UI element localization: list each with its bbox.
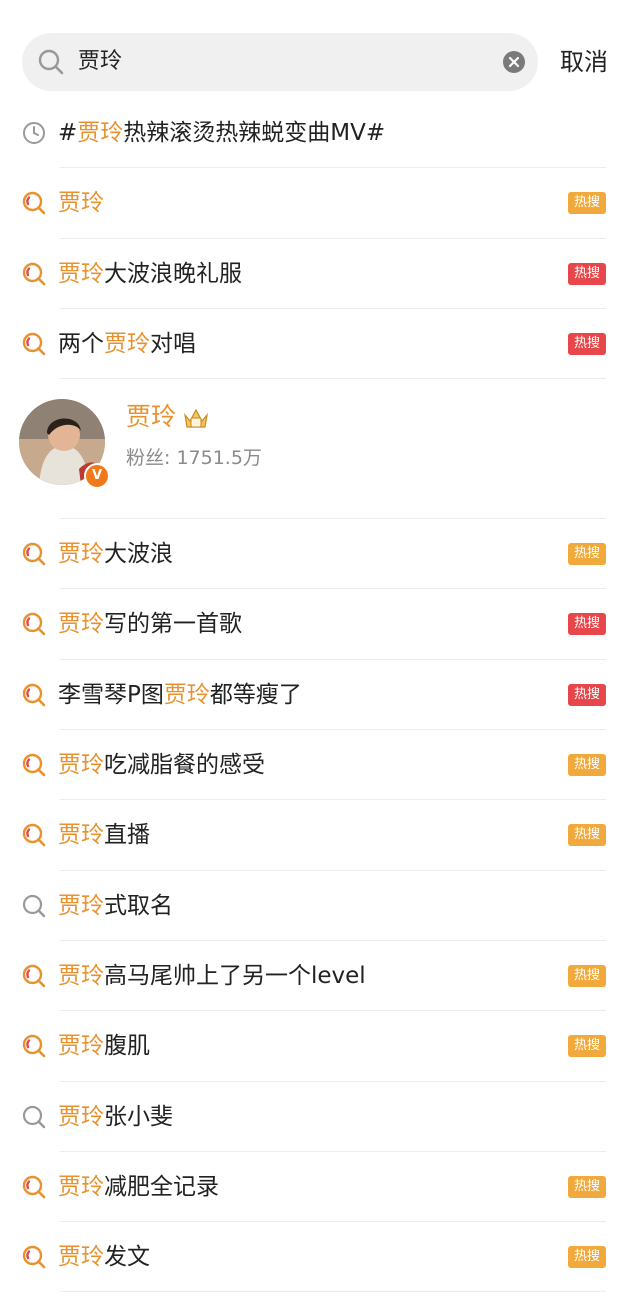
hot-badge: 热搜	[568, 1035, 606, 1058]
verified-badge-icon: V	[84, 463, 110, 490]
suggestion-text: 贾玲发文	[58, 1244, 150, 1271]
hot-badge: 热搜	[568, 332, 606, 355]
hot-badge: 热搜	[568, 824, 606, 847]
hot-search-icon	[22, 332, 46, 356]
crown-icon	[184, 408, 208, 428]
suggestion-text: 贾玲腹肌	[58, 1033, 150, 1060]
suggestion-text: 贾玲大波浪晚礼服	[58, 260, 242, 287]
hot-badge: 热搜	[568, 543, 606, 566]
hot-search-icon	[22, 542, 46, 566]
search-query: 贾玲	[78, 49, 123, 74]
hot-badge: 热搜	[568, 1246, 606, 1269]
suggestion-item[interactable]: 贾玲张小斐	[0, 1082, 640, 1152]
history-item[interactable]: #贾玲热辣滚烫热辣蜕变曲MV#	[0, 98, 640, 169]
hot-search-icon	[22, 964, 46, 988]
hot-badge: 热搜	[568, 683, 606, 706]
hot-search-icon	[22, 613, 46, 636]
suggestion-text: 贾玲	[58, 190, 104, 217]
suggestion-item[interactable]: 贾玲发文 热搜	[0, 1222, 640, 1292]
suggestion-item[interactable]: 贾玲吃减脂餐的感受 热搜	[0, 730, 640, 801]
search-icon	[38, 49, 64, 75]
search-icon	[22, 1105, 46, 1128]
suggestion-text: 贾玲大波浪	[58, 541, 173, 568]
clock-icon	[23, 122, 45, 144]
hot-badge: 热搜	[568, 192, 606, 215]
hot-search-icon	[22, 262, 46, 285]
suggestion-item[interactable]: 贾玲直播 热搜	[0, 800, 640, 871]
suggestion-item[interactable]: 贾玲高马尾帅上了另一个level 热搜	[0, 941, 640, 1012]
suggestion-text: 李雪琴P图贾玲都等瘦了	[58, 681, 302, 708]
hot-search-icon	[22, 1035, 46, 1058]
hot-badge: 热搜	[568, 262, 606, 285]
hot-badge: 热搜	[568, 964, 606, 987]
suggestion-item[interactable]: 贾玲 热搜	[0, 168, 640, 239]
history-item-text: #贾玲热辣滚烫热辣蜕变曲MV#	[58, 120, 386, 146]
suggestion-text: 两个贾玲对唱	[58, 330, 196, 357]
profile-fans: 粉丝: 1751.5万	[126, 447, 262, 470]
suggestion-text: 贾玲直播	[58, 822, 150, 849]
suggestion-item[interactable]: 两个贾玲对唱 热搜	[0, 309, 640, 380]
hot-search-icon	[22, 753, 46, 777]
suggestion-text: 贾玲减肥全记录	[58, 1173, 219, 1200]
hot-search-icon	[22, 683, 46, 707]
hot-badge: 热搜	[568, 613, 606, 636]
hot-badge: 热搜	[568, 1175, 606, 1198]
profile-name: 贾玲	[126, 402, 177, 432]
profile-card[interactable]: V 贾玲 粉丝: 1751.5万	[0, 379, 640, 520]
suggestion-item[interactable]: 贾玲大波浪晚礼服 热搜	[0, 239, 640, 309]
search-input[interactable]: 贾玲	[22, 33, 538, 91]
cancel-button[interactable]: 取消	[560, 33, 608, 91]
suggestion-item[interactable]: 贾玲式取名	[0, 871, 640, 941]
suggestion-text: 贾玲吃减脂餐的感受	[58, 752, 265, 779]
suggestion-item[interactable]: 贾玲写的第一首歌 热搜	[0, 589, 640, 660]
suggestion-text: 贾玲高马尾帅上了另一个level	[58, 962, 366, 989]
hot-badge: 热搜	[568, 754, 606, 777]
suggestion-item[interactable]: 贾玲减肥全记录 热搜	[0, 1152, 640, 1223]
suggestion-list: #贾玲热辣滚烫热辣蜕变曲MV# 贾玲 热搜 贾玲大波浪晚礼服 热搜 两个贾玲对唱 热搜 V…	[0, 98, 640, 1292]
hot-search-icon	[22, 192, 46, 215]
clear-icon[interactable]	[502, 50, 526, 74]
suggestion-item[interactable]: 贾玲腹肌 热搜	[0, 1011, 640, 1082]
suggestion-text: 贾玲写的第一首歌	[58, 611, 242, 638]
hot-search-icon	[22, 824, 46, 847]
suggestion-item[interactable]: 贾玲大波浪 热搜	[0, 519, 640, 590]
suggestion-item[interactable]: 李雪琴P图贾玲都等瘦了 热搜	[0, 660, 640, 731]
suggestion-text: 贾玲张小斐	[58, 1103, 173, 1130]
hot-search-icon	[22, 1175, 46, 1199]
suggestion-text: 贾玲式取名	[58, 892, 173, 919]
search-icon	[22, 894, 46, 917]
